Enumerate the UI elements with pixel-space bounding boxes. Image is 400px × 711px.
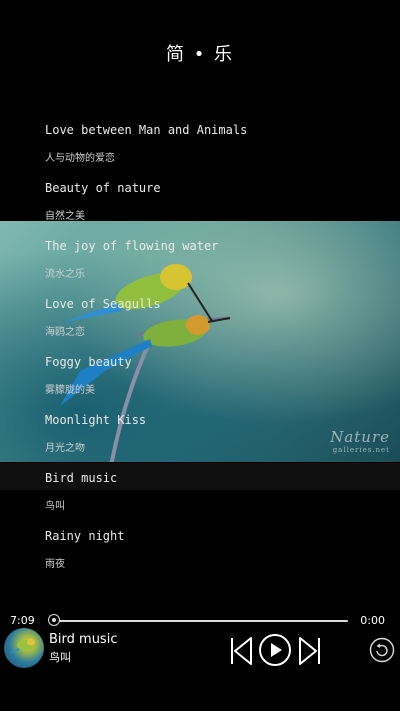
now-playing-title: Bird music	[49, 632, 118, 647]
previous-button[interactable]	[228, 634, 254, 668]
list-item[interactable]: Love between Man and Animals 人与动物的爱恋	[0, 115, 400, 173]
track-title: Love between Man and Animals	[45, 123, 248, 137]
list-item-active[interactable]: Bird music 鸟叫	[0, 463, 400, 521]
list-item[interactable]: Rainy night 雨夜	[0, 521, 400, 579]
track-title: Beauty of nature	[45, 181, 161, 195]
previous-icon	[231, 637, 252, 665]
album-cover-thumb[interactable]	[4, 628, 44, 668]
elapsed-time: 7:09	[10, 614, 35, 627]
app-title: 简 • 乐	[165, 44, 235, 65]
track-subtitle: 雾朦胧的美	[45, 385, 95, 396]
play-icon	[259, 634, 291, 666]
list-item[interactable]: Beauty of nature 自然之美	[0, 173, 400, 231]
track-subtitle: 自然之美	[45, 211, 85, 222]
track-title: Rainy night	[45, 529, 125, 543]
repeat-button[interactable]	[369, 637, 395, 663]
progress-bar[interactable]	[55, 620, 348, 622]
repeat-icon	[369, 637, 395, 663]
list-item[interactable]: Foggy beauty 雾朦胧的美	[0, 347, 400, 405]
list-item[interactable]: The joy of flowing water 流水之乐	[0, 231, 400, 289]
track-subtitle: 人与动物的爱恋	[45, 153, 115, 164]
track-title: Love of Seagulls	[45, 297, 161, 311]
next-button[interactable]	[297, 634, 323, 668]
track-title: Moonlight Kiss	[45, 413, 147, 427]
track-subtitle: 月光之吻	[45, 443, 85, 454]
next-icon	[299, 637, 320, 665]
track-title: Foggy beauty	[45, 355, 132, 369]
play-button[interactable]	[258, 633, 292, 667]
now-playing-bar: Bird music 鸟叫	[0, 628, 400, 674]
track-subtitle: 鸟叫	[45, 501, 65, 512]
track-subtitle: 流水之乐	[45, 269, 85, 280]
list-item[interactable]: Love of Seagulls 海鸥之恋	[0, 289, 400, 347]
playlist: Love between Man and Animals 人与动物的爱恋 Bea…	[0, 115, 400, 579]
track-title: Bird music	[45, 471, 118, 485]
track-title: The joy of flowing water	[45, 239, 219, 253]
progress-thumb[interactable]	[48, 614, 60, 626]
track-subtitle: 雨夜	[45, 559, 65, 570]
track-subtitle: 海鸥之恋	[45, 327, 85, 338]
duration-time: 0:00	[360, 614, 385, 627]
list-item[interactable]: Moonlight Kiss 月光之吻	[0, 405, 400, 463]
now-playing-subtitle: 鸟叫	[49, 651, 71, 664]
